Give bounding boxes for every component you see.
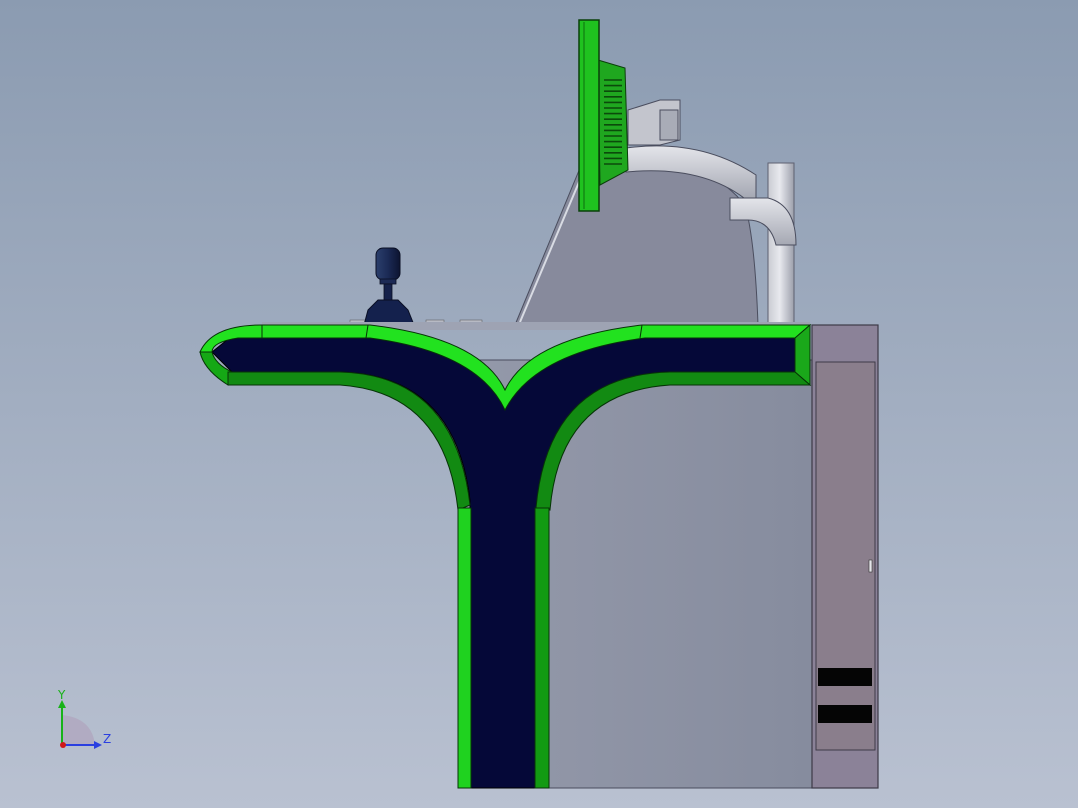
triad-z-label: Z <box>103 732 112 746</box>
side-cabinet[interactable] <box>811 324 879 789</box>
joystick-collar <box>379 278 397 285</box>
triad-x-axis <box>60 742 66 748</box>
cabinet-vent-slot <box>818 705 872 723</box>
monitor-back-housing <box>597 59 629 186</box>
cad-scene[interactable] <box>0 0 1078 808</box>
cabinet-handle[interactable] <box>868 559 873 573</box>
arm-hinge-block <box>659 109 679 141</box>
monitor-screen <box>578 19 600 212</box>
side-panel-leg-trim-right <box>534 507 550 789</box>
cabinet-door[interactable] <box>815 361 876 751</box>
triad-y-label: Y <box>58 688 66 702</box>
cabinet-vent-slot <box>818 668 872 686</box>
side-panel-leg-trim-left <box>457 507 472 789</box>
joystick-knob <box>375 247 401 281</box>
graphics-viewport[interactable]: Y Z <box>0 0 1078 808</box>
